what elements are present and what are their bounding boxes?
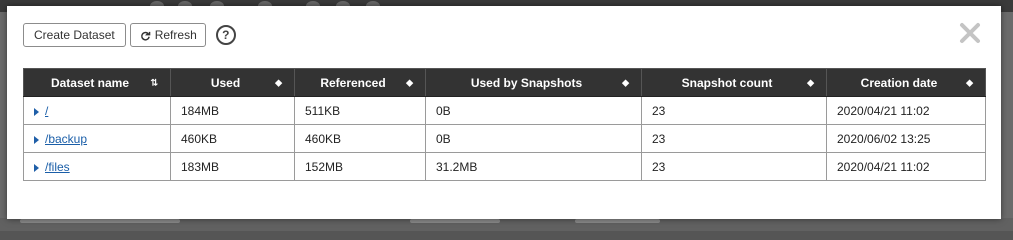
dataset-name-cell: /files — [23, 152, 171, 181]
snapshot-count-cell: 23 — [641, 124, 827, 153]
help-icon[interactable]: ? — [215, 25, 236, 45]
sort-icon: ⇅ — [150, 77, 158, 87]
sort-icon: ◆ — [966, 77, 973, 87]
snapshots-used-cell: 0B — [425, 96, 642, 125]
dataset-link[interactable]: / — [45, 104, 48, 118]
background-row — [0, 218, 1013, 231]
background-text — [20, 219, 180, 223]
expand-caret-icon[interactable] — [34, 107, 39, 116]
column-header-snapshot-count[interactable]: Snapshot count ◆ — [641, 68, 827, 97]
column-header-dataset-name[interactable]: Dataset name ⇅ — [23, 68, 171, 97]
used-cell: 184MB — [170, 96, 295, 125]
used-cell: 460KB — [170, 124, 295, 153]
datasets-modal: Create Dataset Refresh ? Dataset name ⇅ U… — [7, 6, 1001, 219]
expand-caret-icon[interactable] — [34, 135, 39, 144]
column-header-creation-date[interactable]: Creation date ◆ — [826, 68, 986, 97]
column-header-used-by-snapshots[interactable]: Used by Snapshots ◆ — [425, 68, 642, 97]
table-row: /backup 460KB 460KB 0B 23 2020/06/02 13:… — [23, 124, 986, 153]
dataset-name-cell: / — [23, 96, 171, 125]
snapshots-used-cell: 31.2MB — [425, 152, 642, 181]
datasets-table: Dataset name ⇅ Used ◆ Referenced ◆ Used by … — [23, 68, 986, 181]
create-dataset-button[interactable]: Create Dataset — [23, 23, 126, 47]
expand-caret-icon[interactable] — [34, 163, 39, 172]
refresh-label: Refresh — [154, 28, 197, 42]
snapshots-used-cell: 0B — [425, 124, 642, 153]
referenced-cell: 152MB — [294, 152, 426, 181]
sort-icon: ◆ — [406, 77, 413, 87]
table-header-row: Dataset name ⇅ Used ◆ Referenced ◆ Used by … — [23, 68, 986, 97]
creation-date-cell: 2020/04/21 11:02 — [826, 96, 986, 125]
sort-icon: ◆ — [275, 77, 282, 87]
close-icon[interactable] — [959, 22, 981, 44]
column-header-used[interactable]: Used ◆ — [170, 68, 295, 97]
modal-toolbar: Create Dataset Refresh ? — [23, 23, 236, 47]
refresh-icon — [140, 31, 151, 40]
used-cell: 183MB — [170, 152, 295, 181]
sort-icon: ◆ — [622, 77, 629, 87]
dataset-link[interactable]: /files — [45, 160, 70, 174]
table-row: /files 183MB 152MB 31.2MB 23 2020/04/21 … — [23, 152, 986, 181]
snapshot-count-cell: 23 — [641, 96, 827, 125]
snapshot-count-cell: 23 — [641, 152, 827, 181]
dataset-link[interactable]: /backup — [45, 132, 87, 146]
column-header-referenced[interactable]: Referenced ◆ — [294, 68, 426, 97]
dataset-name-cell: /backup — [23, 124, 171, 153]
creation-date-cell: 2020/06/02 13:25 — [826, 124, 986, 153]
background-text — [410, 219, 500, 223]
referenced-cell: 460KB — [294, 124, 426, 153]
table-row: / 184MB 511KB 0B 23 2020/04/21 11:02 — [23, 96, 986, 125]
creation-date-cell: 2020/04/21 11:02 — [826, 152, 986, 181]
sort-icon: ◆ — [807, 77, 814, 87]
background-text — [575, 219, 660, 223]
referenced-cell: 511KB — [294, 96, 426, 125]
refresh-button[interactable]: Refresh — [129, 23, 206, 47]
